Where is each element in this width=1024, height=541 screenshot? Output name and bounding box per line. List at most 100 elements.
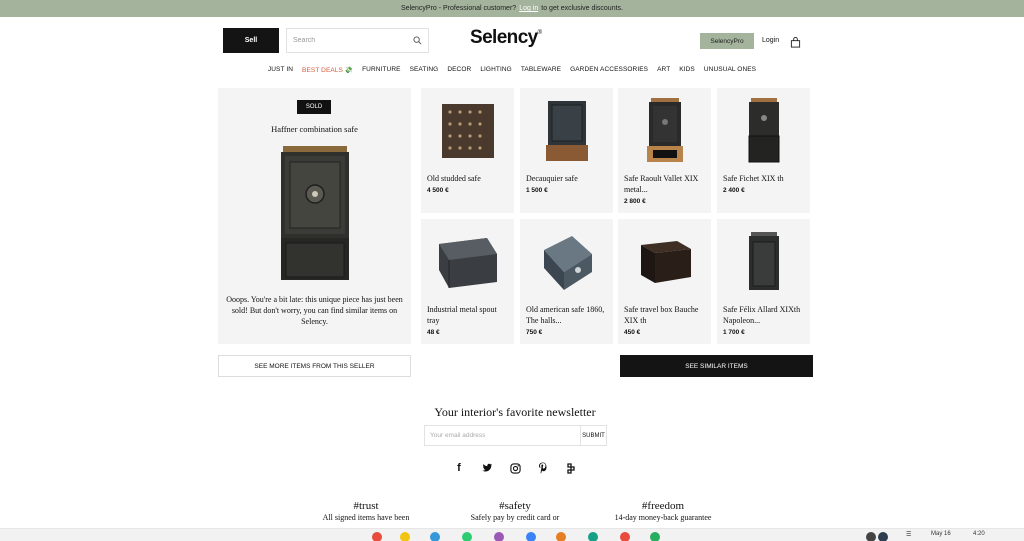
os-taskbar: ☰ May 16 4:20 (0, 528, 1024, 541)
login-link[interactable]: Login (762, 37, 779, 44)
selency-app-icon[interactable] (564, 461, 578, 475)
sold-item-card: SOLD Haffner combination safe Ooops. You… (218, 88, 411, 344)
nav-decor[interactable]: DECOR (447, 66, 471, 74)
product-price: 750 € (526, 329, 543, 336)
nav-just-in[interactable]: JUST IN (268, 66, 293, 74)
value-freedom: #freedom 14-day money-back guarantee (597, 500, 729, 522)
logo-registered-mark: ® (537, 30, 543, 36)
product-image (618, 227, 711, 297)
app-files-icon[interactable] (400, 532, 410, 541)
product-card[interactable]: Safe Fichet XIX th 2 400 € (717, 88, 810, 213)
product-name: Safe Raoult Vallet XIX metal... (624, 174, 699, 194)
sold-badge: SOLD (297, 100, 331, 114)
value-title: #trust (353, 500, 379, 512)
product-price: 450 € (624, 329, 641, 336)
product-price: 48 € (427, 329, 440, 336)
sold-item-title: Haffner combination safe (271, 124, 358, 134)
product-name: Safe Fichet XIX th (723, 174, 784, 183)
app-chrome-icon[interactable] (372, 532, 382, 541)
value-description: All signed items have been (322, 513, 410, 522)
product-name: Safe Félix Allard XIXth Napoleon... (723, 305, 801, 325)
nav-furniture[interactable]: FURNITURE (362, 66, 400, 74)
promo-text: SelencyPro - Professional customer? (401, 5, 517, 12)
product-price: 1 500 € (526, 187, 548, 194)
clipboard-icon[interactable]: ☰ (906, 531, 911, 538)
taskbar-date[interactable]: May 16 (931, 531, 951, 537)
nav-seating[interactable]: SEATING (410, 66, 439, 74)
product-card[interactable]: Safe Félix Allard XIXth Napoleon... 1 70… (717, 219, 810, 344)
facebook-icon[interactable]: f (452, 461, 466, 475)
twitter-icon[interactable] (480, 461, 494, 475)
see-similar-items-button[interactable]: SEE SIMILAR ITEMS (620, 355, 813, 377)
product-card[interactable]: Old american safe 1860, The halls... 750… (520, 219, 613, 344)
promo-text-end: to get exclusive discounts. (541, 5, 623, 12)
newsletter-email-input[interactable] (425, 426, 580, 445)
nav-unusual-ones[interactable]: UNUSUAL ONES (704, 66, 756, 74)
product-price: 1 700 € (723, 329, 745, 336)
value-title: #safety (499, 500, 531, 512)
product-image (421, 227, 514, 297)
avatar[interactable] (878, 532, 888, 541)
product-image (520, 96, 613, 166)
product-image (618, 96, 711, 166)
promo-bar: SelencyPro - Professional customer? Log … (0, 0, 1024, 17)
search-box[interactable] (286, 28, 429, 53)
nav-tableware[interactable]: TABLEWARE (521, 66, 561, 74)
product-image (520, 227, 613, 297)
product-name: Old studded safe (427, 174, 481, 183)
promo-login-link[interactable]: Log in (519, 5, 538, 12)
sold-item-message: Ooops. You're a bit late: this unique pi… (226, 295, 403, 326)
instagram-icon[interactable] (508, 461, 522, 475)
logo-text: Selency (470, 27, 538, 48)
product-price: 2 400 € (723, 187, 745, 194)
product-name: Decauquier safe (526, 174, 578, 183)
selency-logo[interactable]: Selency ® (470, 27, 560, 51)
search-icon[interactable] (413, 32, 422, 50)
pinterest-icon[interactable] (536, 461, 550, 475)
app-maps-icon[interactable] (650, 532, 660, 541)
product-name: Old american safe 1860, The halls... (526, 305, 605, 325)
value-description: Safely pay by credit card or (470, 513, 560, 522)
newsletter-title: Your interior's favorite newsletter (434, 405, 596, 419)
shopping-bag-icon[interactable] (790, 35, 801, 53)
app-slides-icon[interactable] (494, 532, 504, 541)
app-meet-icon[interactable] (588, 532, 598, 541)
product-name: Safe travel box Bauche XIX th (624, 305, 699, 325)
nav-best-deals[interactable]: BEST DEALS 💸 (302, 66, 353, 74)
product-card[interactable]: Decauquier safe 1 500 € (520, 88, 613, 213)
phone-hub-icon[interactable] (866, 532, 876, 541)
value-description: 14-day money-back guarantee (614, 513, 712, 522)
app-sheets-icon[interactable] (462, 532, 472, 541)
app-docs-icon[interactable] (430, 532, 440, 541)
newsletter-form: SUBMIT (424, 425, 607, 446)
product-price: 4 500 € (427, 187, 449, 194)
category-nav: JUST IN BEST DEALS 💸 FURNITURE SEATING D… (0, 66, 1024, 74)
product-card[interactable]: Safe travel box Bauche XIX th 450 € (618, 219, 711, 344)
newsletter-submit-button[interactable]: SUBMIT (580, 426, 606, 445)
app-photos-icon[interactable] (556, 532, 566, 541)
taskbar-time[interactable]: 4:20 (973, 531, 985, 537)
nav-lighting[interactable]: LIGHTING (480, 66, 512, 74)
app-gmail-icon[interactable] (620, 532, 630, 541)
product-image (717, 96, 810, 166)
product-image (717, 227, 810, 297)
value-trust: #trust All signed items have been (300, 500, 432, 522)
social-links: f (452, 461, 578, 475)
value-title: #freedom (641, 500, 685, 512)
sold-item-image (280, 146, 350, 285)
see-more-from-seller-button[interactable]: SEE MORE ITEMS FROM THIS SELLER (218, 355, 411, 377)
search-input[interactable] (293, 37, 413, 44)
product-card[interactable]: Industrial metal spout tray 48 € (421, 219, 514, 344)
nav-garden-accessories[interactable]: GARDEN ACCESSORIES (570, 66, 648, 74)
sell-button[interactable]: Sell (223, 28, 279, 53)
nav-art[interactable]: ART (657, 66, 670, 74)
product-image (421, 96, 514, 166)
product-card[interactable]: Safe Raoult Vallet XIX metal... 2 800 € (618, 88, 711, 213)
product-name: Industrial metal spout tray (427, 305, 497, 325)
value-safety: #safety Safely pay by credit card or (450, 500, 580, 522)
nav-kids[interactable]: KIDS (679, 66, 695, 74)
product-price: 2 800 € (624, 198, 646, 205)
selency-pro-button[interactable]: SelencyPro (700, 33, 754, 49)
product-card[interactable]: Old studded safe 4 500 € (421, 88, 514, 213)
app-play-icon[interactable] (526, 532, 536, 541)
